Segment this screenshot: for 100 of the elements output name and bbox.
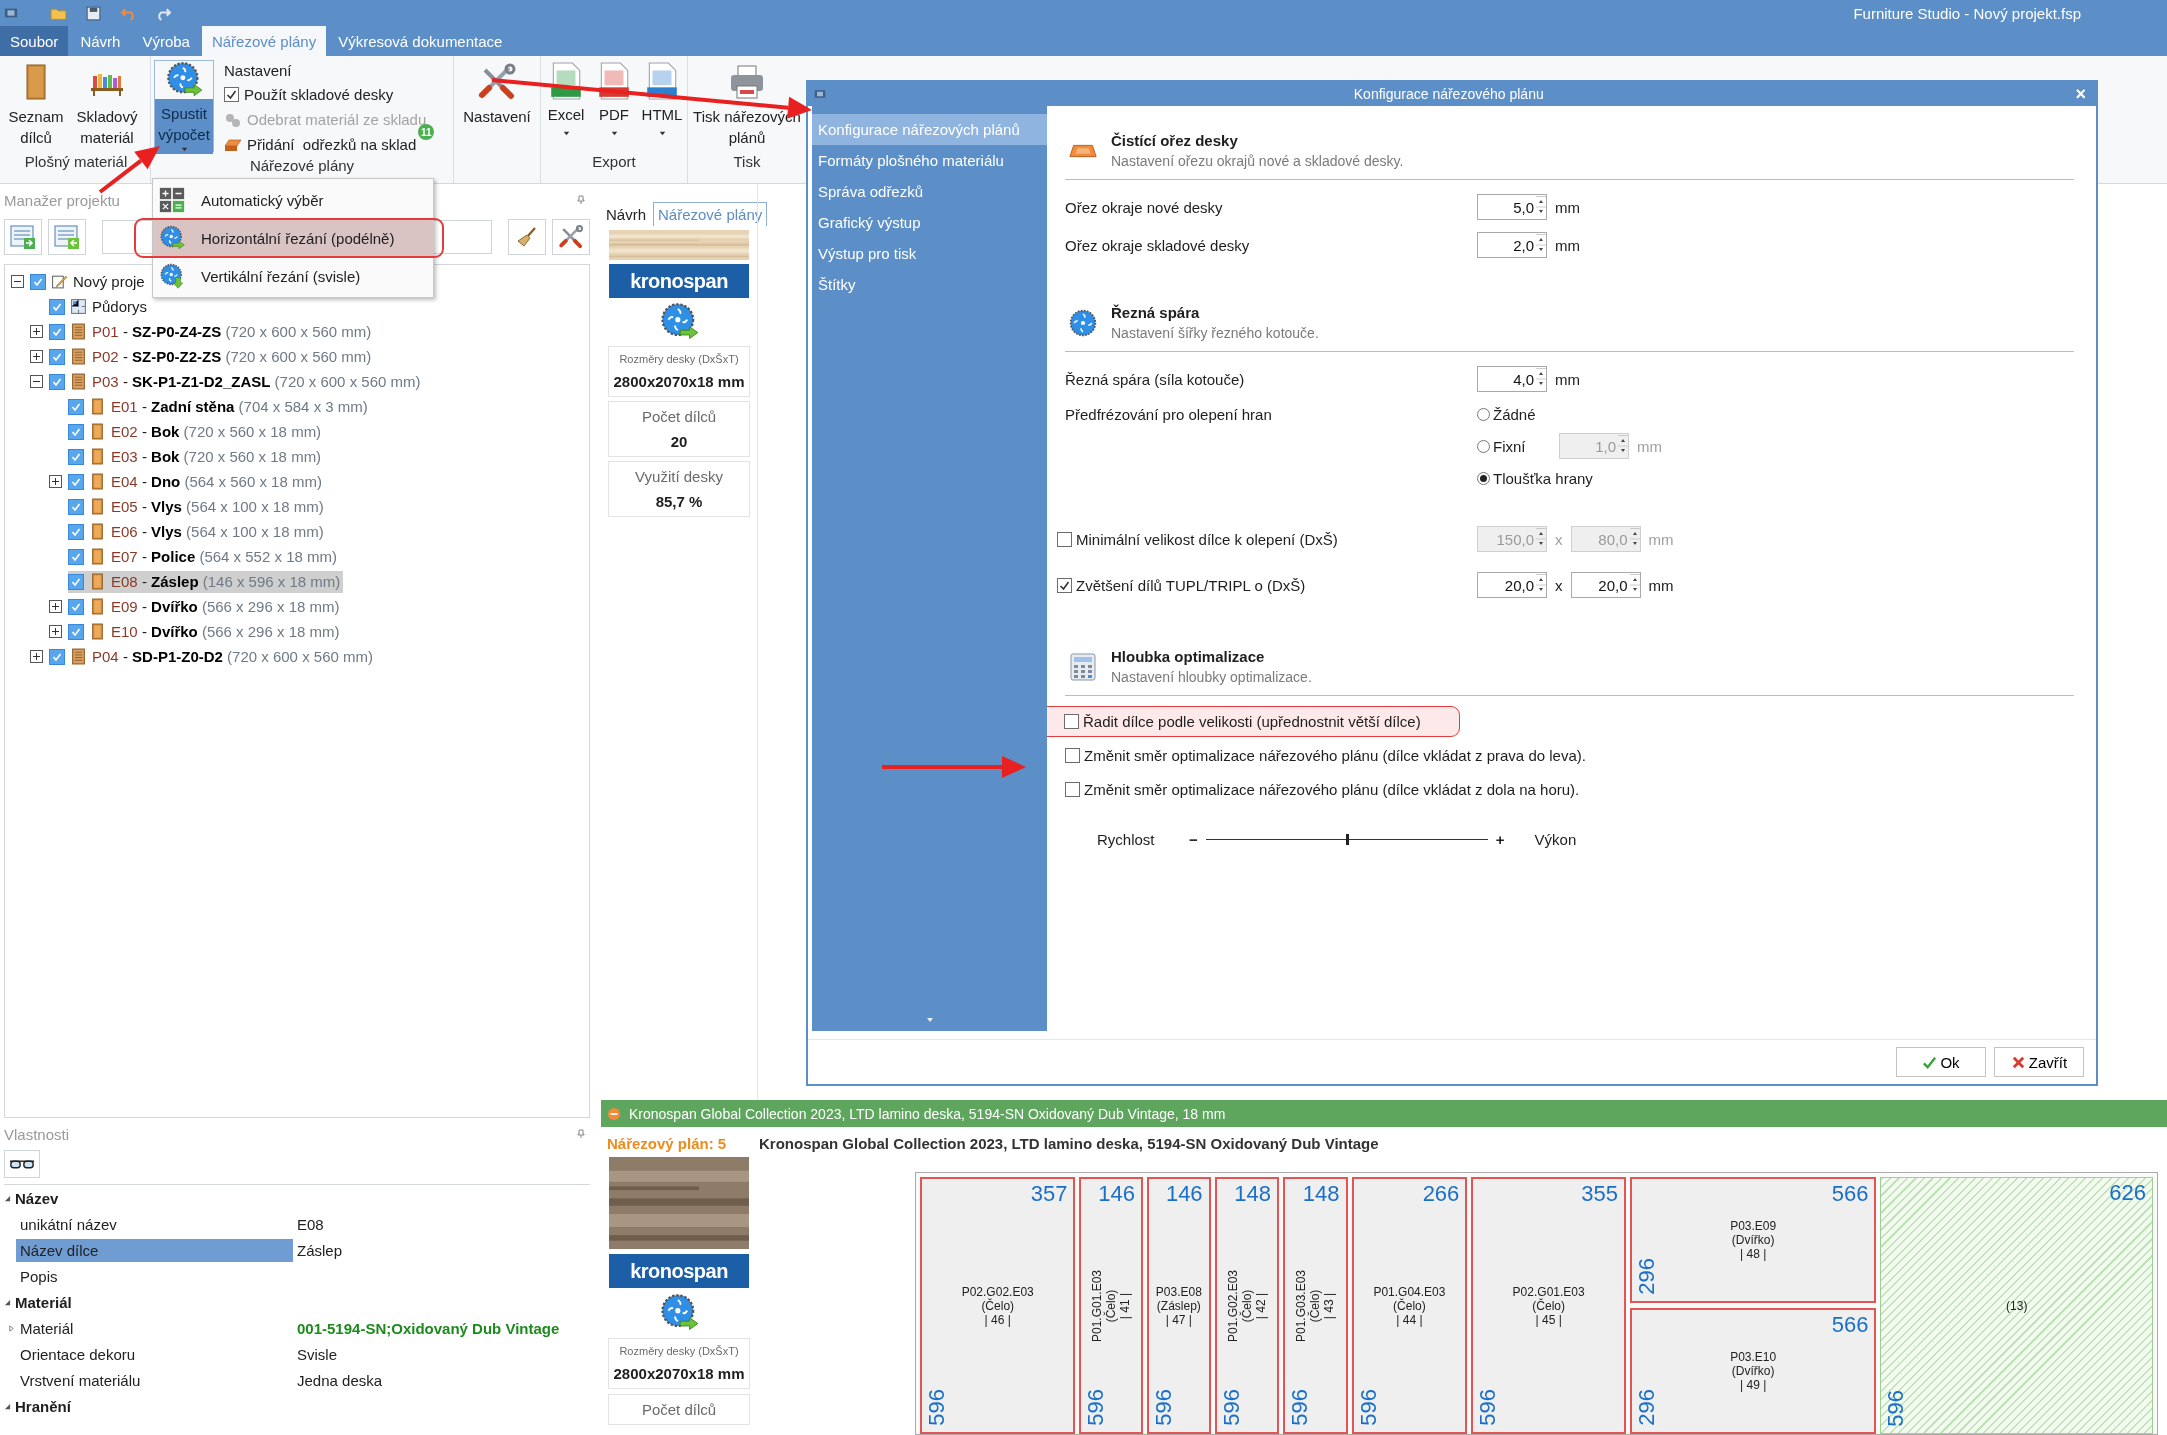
checkbox[interactable] [68,598,84,615]
checkbox[interactable] [49,373,65,390]
tree-item[interactable]: E06 - Vlys (564 x 100 x 18 mm) [68,520,327,543]
expand-icon[interactable] [30,350,43,363]
checkbox[interactable]: Změnit směr optimalizace nářezového plánu (dílce vkládat z prava do leva). [1065,746,1586,764]
ribbon-button[interactable]: Skladový materiál [71,60,143,150]
tree-item[interactable]: E05 - Vlys (564 x 100 x 18 mm) [68,495,327,518]
property-name[interactable]: Popis [16,1264,293,1288]
tree-item[interactable]: P03 - SK-P1-Z1-D2_ZASL (720 x 600 x 560 mm) [49,370,424,393]
collapse-icon[interactable] [11,275,24,288]
tree-item[interactable]: Půdorys [49,295,151,318]
checkbox[interactable] [49,298,65,315]
tree-item[interactable]: P01 - SZ-P0-Z4-ZS (720 x 600 x 560 mm) [49,320,375,343]
checkbox[interactable] [68,473,84,490]
tree-item-label: P02 - SZ-P0-Z2-ZS (720 x 600 x 560 mm) [92,348,372,365]
group-label: Hranění [15,1397,71,1415]
property-value: Záslep [296,1241,344,1259]
checkbox[interactable] [49,323,65,340]
slider-thumb[interactable] [1345,833,1349,845]
tree-item[interactable]: E01 - Zadní stěna (704 x 584 x 3 mm) [68,395,371,418]
section-subtitle: Nastavení hloubky optimalizace. [1111,669,1312,685]
broom-button[interactable] [508,219,546,255]
pin-icon [576,1129,586,1139]
menu-tab[interactable]: Soubor [0,26,69,56]
tree-item-label: Nový proje [73,273,145,290]
tree-item[interactable]: P02 - SZ-P0-Z2-ZS (720 x 600 x 560 mm) [49,345,375,368]
radio-label[interactable]: Fixní [1493,437,1526,455]
expand-icon[interactable] [49,625,62,638]
export-button[interactable]: Excel [544,60,588,140]
unit-label: mm [1648,576,1674,594]
tree-item[interactable]: P04 - SD-P1-Z0-D2 (720 x 600 x 560 mm) [49,645,376,668]
checkbox[interactable]: Změnit směr optimalizace nářezového plánu (dílce vkládat z dola na horu). [1065,780,1580,798]
radio-label[interactable]: Tloušťka hrany [1493,469,1593,487]
tree-item[interactable]: E02 - Bok (720 x 560 x 18 mm) [68,420,325,443]
tools-button[interactable] [552,219,590,255]
checkbox[interactable] [68,523,84,540]
number-field[interactable]: 2,0 [1477,232,1547,258]
checkbox[interactable] [68,623,84,640]
number-field[interactable]: 5,0 [1477,194,1547,220]
checkbox[interactable] [49,348,65,365]
checkbox[interactable]: Zvětšení dílů TUPL/TRIPL o (DxŠ) [1057,576,1469,594]
checkbox[interactable]: Použít skladové desky [224,86,394,103]
checkbox[interactable] [68,498,84,515]
saw-blade-icon [165,61,203,99]
piece-label: P02.G02.E03 (Čelo) | 46 | [961,1284,1034,1327]
check-icon [52,326,62,337]
menu-item[interactable]: Horizontální řezání (podélně) [153,219,433,257]
checkbox[interactable]: Řadit dílce podle velikosti (upřednostnit větší dílce) [1064,712,1421,730]
section-subtitle: Nastavení šířky řezného kotouče. [1111,325,1319,341]
tree-item[interactable]: E08 - Záslep (146 x 596 x 18 mm) [68,570,344,593]
view-button[interactable] [4,1150,40,1178]
checkbox[interactable] [68,423,84,440]
ribbon-button[interactable]: Seznam dílců [5,60,67,150]
expand-icon[interactable] [49,600,62,613]
expand-icon [8,1324,15,1332]
import-list-button[interactable] [48,219,86,255]
tree-item[interactable]: E10 - Dvířko (566 x 296 x 18 mm) [68,620,343,643]
checkbox[interactable] [68,448,84,465]
menu-action[interactable]: Přidání odřezků na sklad [247,136,417,153]
cabinet-icon [70,648,87,665]
tree-item[interactable]: E09 - Dvířko (566 x 296 x 18 mm) [68,595,343,618]
piece-label: P03.E09 (Dvířko) | 48 | [1730,1219,1777,1261]
tree-item[interactable]: E07 - Police (564 x 552 x 18 mm) [68,545,340,568]
checkbox[interactable] [68,573,84,590]
property-name[interactable]: unikátní název [16,1212,293,1236]
number-field[interactable]: 20,0 [1477,572,1547,598]
radio-button[interactable] [1477,439,1490,453]
tree-item[interactable]: E04 - Dno (564 x 560 x 18 mm) [68,470,325,493]
property-name[interactable]: Materiál [16,1316,293,1340]
property-name[interactable]: Název dílce [16,1238,293,1262]
tree-item[interactable]: E03 - Bok (720 x 560 x 18 mm) [68,445,325,468]
export-button[interactable]: PDF [592,60,636,140]
number-field[interactable]: 20,0 [1570,572,1641,598]
stat-label: Využití desky [635,468,723,485]
dialog-button[interactable]: Zavřít [1994,1047,2084,1077]
checkbox[interactable] [30,273,46,290]
radio-button[interactable] [1477,471,1490,485]
checkbox[interactable] [49,648,65,665]
tree-item[interactable]: Nový proje [30,270,148,293]
tree-item-label: P01 - SZ-P0-Z4-ZS (720 x 600 x 560 mm) [92,323,372,340]
checkbox[interactable] [68,548,84,565]
expand-icon[interactable] [49,475,62,488]
number-field[interactable]: 4,0 [1477,366,1547,392]
property-name[interactable]: Vrstvení materiálu [16,1368,293,1392]
checkbox[interactable] [68,398,84,415]
radio-label[interactable]: Žádné [1493,405,1536,423]
dialog-button[interactable]: Ok [1896,1047,1986,1077]
run-button[interactable]: Spustit výpočet [154,60,214,152]
export-list-button[interactable] [4,219,42,255]
settings-button[interactable]: Nastavení [457,60,537,129]
collapse-icon[interactable] [30,375,43,388]
menu-item[interactable]: Automatický výběr [153,181,433,219]
expand-icon[interactable] [30,650,43,663]
radio-button[interactable] [1477,407,1490,421]
height-label: 296 [1633,1389,1660,1426]
export-button[interactable]: HTML [640,60,684,140]
menu-item[interactable]: Vertikální řezání (svisle) [153,257,433,295]
check-icon [226,89,237,100]
property-name[interactable]: Orientace dekoru [16,1342,293,1366]
expand-icon[interactable] [30,325,43,338]
